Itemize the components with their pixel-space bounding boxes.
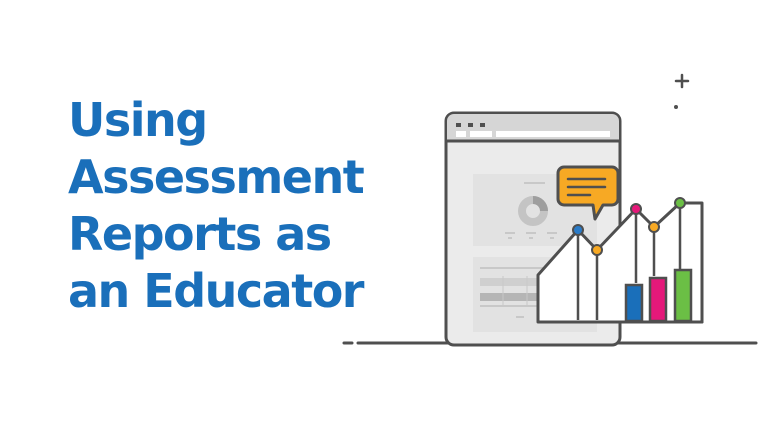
illustration <box>342 73 758 347</box>
chart-bar <box>624 283 644 323</box>
chart-point <box>572 224 584 236</box>
chart-bar <box>648 276 668 323</box>
chart-point <box>648 221 660 233</box>
sparkle-icon <box>674 73 690 109</box>
window-dot-icon <box>480 123 485 127</box>
window-dot-icon <box>456 123 461 127</box>
window-dot-icon <box>468 123 473 127</box>
chart-point <box>591 244 603 256</box>
chart-bar <box>673 268 693 323</box>
chart-point <box>630 203 642 215</box>
chart-point <box>674 197 686 209</box>
